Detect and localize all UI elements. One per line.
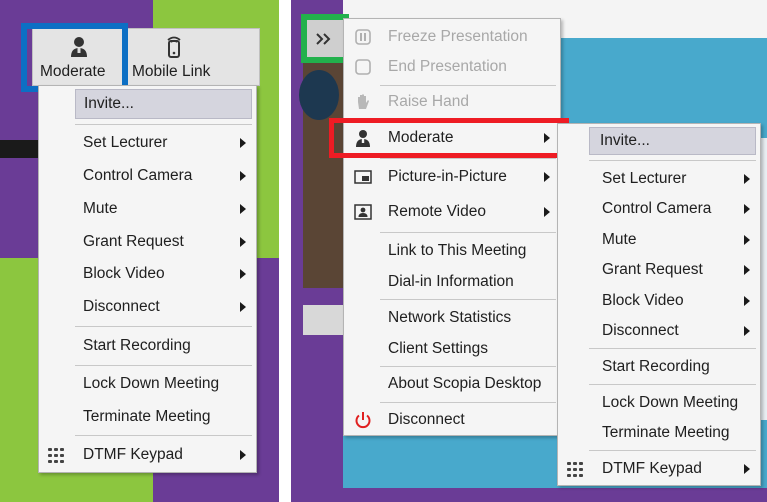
separator [589, 450, 756, 451]
submenu-item-mute[interactable]: Mute [558, 225, 760, 254]
submenu-item-dtmf-keypad[interactable]: DTMF Keypad [558, 454, 760, 483]
separator [589, 160, 756, 161]
pip-icon [354, 170, 372, 184]
submenu-arrow-icon [744, 295, 750, 306]
bg-dark-strip [0, 140, 40, 158]
menu-item-terminate-meeting[interactable]: Terminate Meeting [39, 402, 256, 432]
submenu-item-start-recording[interactable]: Start Recording [558, 352, 760, 381]
menu-item-lock-down-meeting[interactable]: Lock Down Meeting [39, 369, 256, 399]
separator [75, 124, 252, 125]
submenu-arrow-icon [744, 203, 750, 214]
submenu-arrow-icon [240, 204, 246, 214]
keypad-icon [48, 448, 64, 463]
separator [380, 232, 556, 233]
separator [380, 402, 556, 403]
submenu-item-grant-request[interactable]: Grant Request [558, 255, 760, 284]
hand-icon [358, 94, 369, 109]
main-menu: Freeze Presentation End Presentation Rai… [343, 18, 561, 436]
moderate-highlight-box [21, 23, 128, 92]
submenu-arrow-icon [744, 264, 750, 275]
separator [380, 299, 556, 300]
menu-item-control-camera[interactable]: Control Camera [39, 161, 256, 191]
remote-video-icon [354, 204, 372, 220]
menu-item-grant-request[interactable]: Grant Request [39, 227, 256, 257]
separator [380, 85, 556, 86]
menu-item-mute[interactable]: Mute [39, 194, 256, 224]
moderate-submenu: Invite... Set Lecturer Control Camera Mu… [557, 123, 761, 486]
bg-dark-circle [299, 70, 339, 120]
moderate-menu: Invite... Set Lecturer Control Camera Mu… [38, 85, 257, 473]
submenu-arrow-icon [240, 237, 246, 247]
menu-item-start-recording[interactable]: Start Recording [39, 331, 256, 361]
expand-highlight-box [301, 14, 349, 63]
separator [75, 365, 252, 366]
moderate-highlight-box [329, 118, 569, 158]
submenu-arrow-icon [744, 325, 750, 336]
menu-item-block-video[interactable]: Block Video [39, 259, 256, 289]
right-screenshot: Freeze Presentation End Presentation Rai… [291, 0, 767, 502]
menu-item-invite[interactable]: Invite... [75, 89, 252, 119]
separator [380, 366, 556, 367]
bg-purple-bottom [291, 488, 767, 502]
submenu-item-lock-down-meeting[interactable]: Lock Down Meeting [558, 388, 760, 417]
submenu-arrow-icon [240, 138, 246, 148]
submenu-item-set-lecturer[interactable]: Set Lecturer [558, 164, 760, 193]
left-screenshot: Moderate Mobile Link Invite... Set Lectu… [0, 0, 279, 502]
submenu-arrow-icon [544, 207, 550, 217]
phone-signal-icon [167, 36, 181, 58]
menu-item-client-settings[interactable]: Client Settings [344, 334, 560, 364]
submenu-item-terminate-meeting[interactable]: Terminate Meeting [558, 418, 760, 447]
submenu-item-invite[interactable]: Invite... [589, 127, 756, 155]
menu-item-remote-video[interactable]: Remote Video [344, 197, 560, 227]
submenu-arrow-icon [744, 234, 750, 245]
submenu-item-control-camera[interactable]: Control Camera [558, 194, 760, 223]
power-icon [355, 412, 371, 429]
separator [75, 326, 252, 327]
separator [589, 384, 756, 385]
menu-item-picture-in-picture[interactable]: Picture-in-Picture [344, 162, 560, 192]
menu-item-end-presentation[interactable]: End Presentation [344, 52, 560, 82]
submenu-arrow-icon [544, 172, 550, 182]
submenu-arrow-icon [744, 463, 750, 474]
separator [589, 348, 756, 349]
submenu-arrow-icon [240, 269, 246, 279]
menu-item-freeze-presentation[interactable]: Freeze Presentation [344, 22, 560, 52]
submenu-item-block-video[interactable]: Block Video [558, 286, 760, 315]
submenu-arrow-icon [240, 450, 246, 460]
menu-item-set-lecturer[interactable]: Set Lecturer [39, 128, 256, 158]
menu-item-about-scopia-desktop[interactable]: About Scopia Desktop [344, 369, 560, 399]
stop-icon [355, 59, 371, 75]
mobile-link-button[interactable]: Mobile Link [126, 30, 226, 84]
separator [75, 435, 252, 436]
separator [380, 158, 556, 159]
keypad-icon [567, 462, 583, 477]
menu-item-raise-hand[interactable]: Raise Hand [344, 87, 560, 117]
submenu-item-disconnect[interactable]: Disconnect [558, 316, 760, 345]
menu-item-disconnect[interactable]: Disconnect [344, 405, 560, 435]
menu-item-link-to-meeting[interactable]: Link to This Meeting [344, 236, 560, 266]
pause-icon [355, 29, 371, 45]
submenu-arrow-icon [240, 302, 246, 312]
menu-item-network-statistics[interactable]: Network Statistics [344, 303, 560, 333]
submenu-arrow-icon [240, 171, 246, 181]
menu-item-dtmf-keypad[interactable]: DTMF Keypad [39, 440, 256, 470]
submenu-arrow-icon [744, 173, 750, 184]
menu-item-disconnect[interactable]: Disconnect [39, 292, 256, 322]
mobile-link-label: Mobile Link [132, 63, 211, 80]
menu-item-dial-in-information[interactable]: Dial-in Information [344, 267, 560, 297]
